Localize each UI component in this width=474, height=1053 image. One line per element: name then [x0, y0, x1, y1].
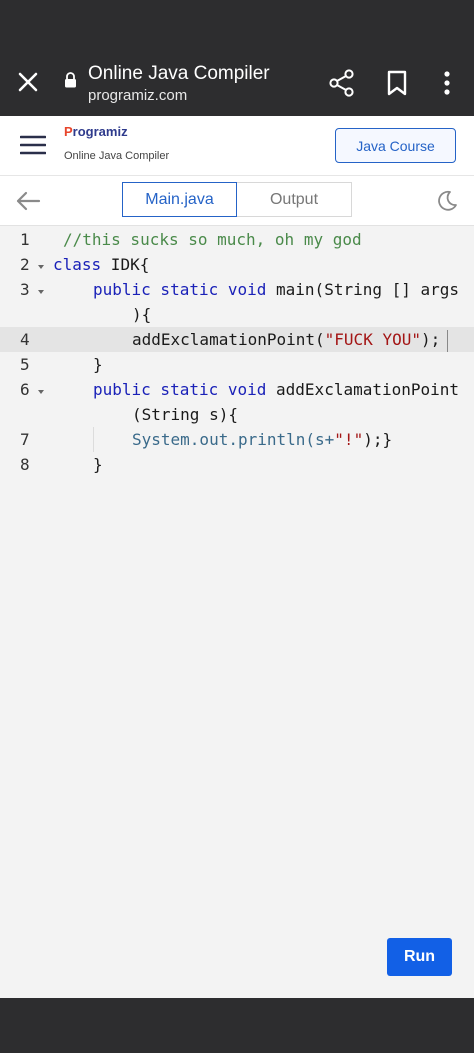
- keyword: public static void: [93, 280, 267, 299]
- share-icon[interactable]: [328, 68, 356, 98]
- code-text: System.out.println(s+"!");}: [132, 430, 392, 449]
- code-fragment: IDK{: [101, 255, 150, 274]
- line-number: 1: [20, 230, 30, 249]
- code-line-wrap: (String s){: [0, 402, 474, 427]
- fold-arrow-icon[interactable]: [37, 288, 45, 296]
- code-fragment: ){: [132, 305, 152, 324]
- tab-main-java[interactable]: Main.java: [122, 182, 237, 217]
- code-fragment: main(String [] args: [266, 280, 460, 299]
- hamburger-icon[interactable]: [20, 134, 46, 156]
- code-text: public static void addExclamationPoint: [93, 380, 459, 399]
- moon-icon[interactable]: [436, 190, 458, 212]
- string-literal: "!": [334, 430, 364, 449]
- code-line: 8 }: [0, 452, 474, 477]
- page-title: Online Java Compiler: [88, 63, 270, 84]
- code-fragment: }: [93, 355, 103, 374]
- line-number: 5: [20, 355, 30, 374]
- run-button[interactable]: Run: [387, 938, 452, 976]
- code-line: 3 public static void main(String [] args: [0, 277, 474, 302]
- line-number: 4: [20, 330, 30, 349]
- code-text: class IDK{: [53, 255, 149, 274]
- code-fragment: addExclamationPoint(: [132, 330, 325, 349]
- line-number: 7: [20, 430, 30, 449]
- code-text: public static void main(String [] args: [93, 280, 459, 299]
- string-literal: "FUCK YOU": [324, 330, 421, 349]
- code-line-wrap: ){: [0, 302, 474, 327]
- code-comment: //this sucks so much, oh my god: [63, 230, 362, 249]
- bookmark-icon[interactable]: [386, 70, 408, 96]
- code-editor[interactable]: 1 //this sucks so much, oh my god 2 clas…: [0, 226, 474, 996]
- code-line: 6 public static void addExclamationPoint: [0, 377, 474, 402]
- system-nav-bar: [0, 998, 474, 1053]
- fold-arrow-icon[interactable]: [37, 263, 45, 271]
- more-vert-icon[interactable]: [440, 70, 454, 96]
- code-line: 2 class IDK{: [0, 252, 474, 277]
- tab-output[interactable]: Output: [237, 182, 352, 217]
- keyword: class: [53, 255, 102, 274]
- code-text: addExclamationPoint("FUCK YOU");: [132, 330, 440, 349]
- code-line: 5 }: [0, 352, 474, 377]
- code-line: 7 System.out.println(s+"!");}: [0, 427, 474, 452]
- editor-tab-bar: Main.java Output: [0, 176, 474, 226]
- line-number: 8: [20, 455, 30, 474]
- back-arrow-icon[interactable]: [15, 190, 41, 212]
- programiz-logo[interactable]: Programiz: [64, 124, 128, 139]
- code-fragment: System.out.println(s+: [132, 430, 335, 449]
- lock-icon: [65, 72, 76, 88]
- status-bar: [0, 0, 474, 50]
- code-line-active: 4 addExclamationPoint("FUCK YOU");: [0, 327, 474, 352]
- code-fragment: );}: [363, 430, 393, 449]
- text-cursor: [447, 330, 448, 352]
- site-header: Programiz Online Java Compiler Java Cour…: [0, 116, 474, 176]
- browser-toolbar: Online Java Compiler programiz.com: [0, 50, 474, 116]
- java-course-button[interactable]: Java Course: [335, 128, 456, 163]
- header-subtitle: Online Java Compiler: [64, 150, 170, 162]
- code-fragment: addExclamationPoint: [266, 380, 460, 399]
- keyword: public static void: [93, 380, 267, 399]
- code-fragment: );: [420, 330, 441, 349]
- fold-arrow-icon[interactable]: [37, 388, 45, 396]
- code-fragment: (String s){: [132, 405, 238, 424]
- code-line: 1 //this sucks so much, oh my god: [0, 227, 474, 252]
- page-url[interactable]: programiz.com: [88, 87, 187, 104]
- logo-initial: P: [64, 124, 73, 139]
- close-icon[interactable]: [14, 68, 42, 96]
- logo-text: rogramiz: [72, 124, 128, 139]
- code-fragment: }: [93, 455, 103, 474]
